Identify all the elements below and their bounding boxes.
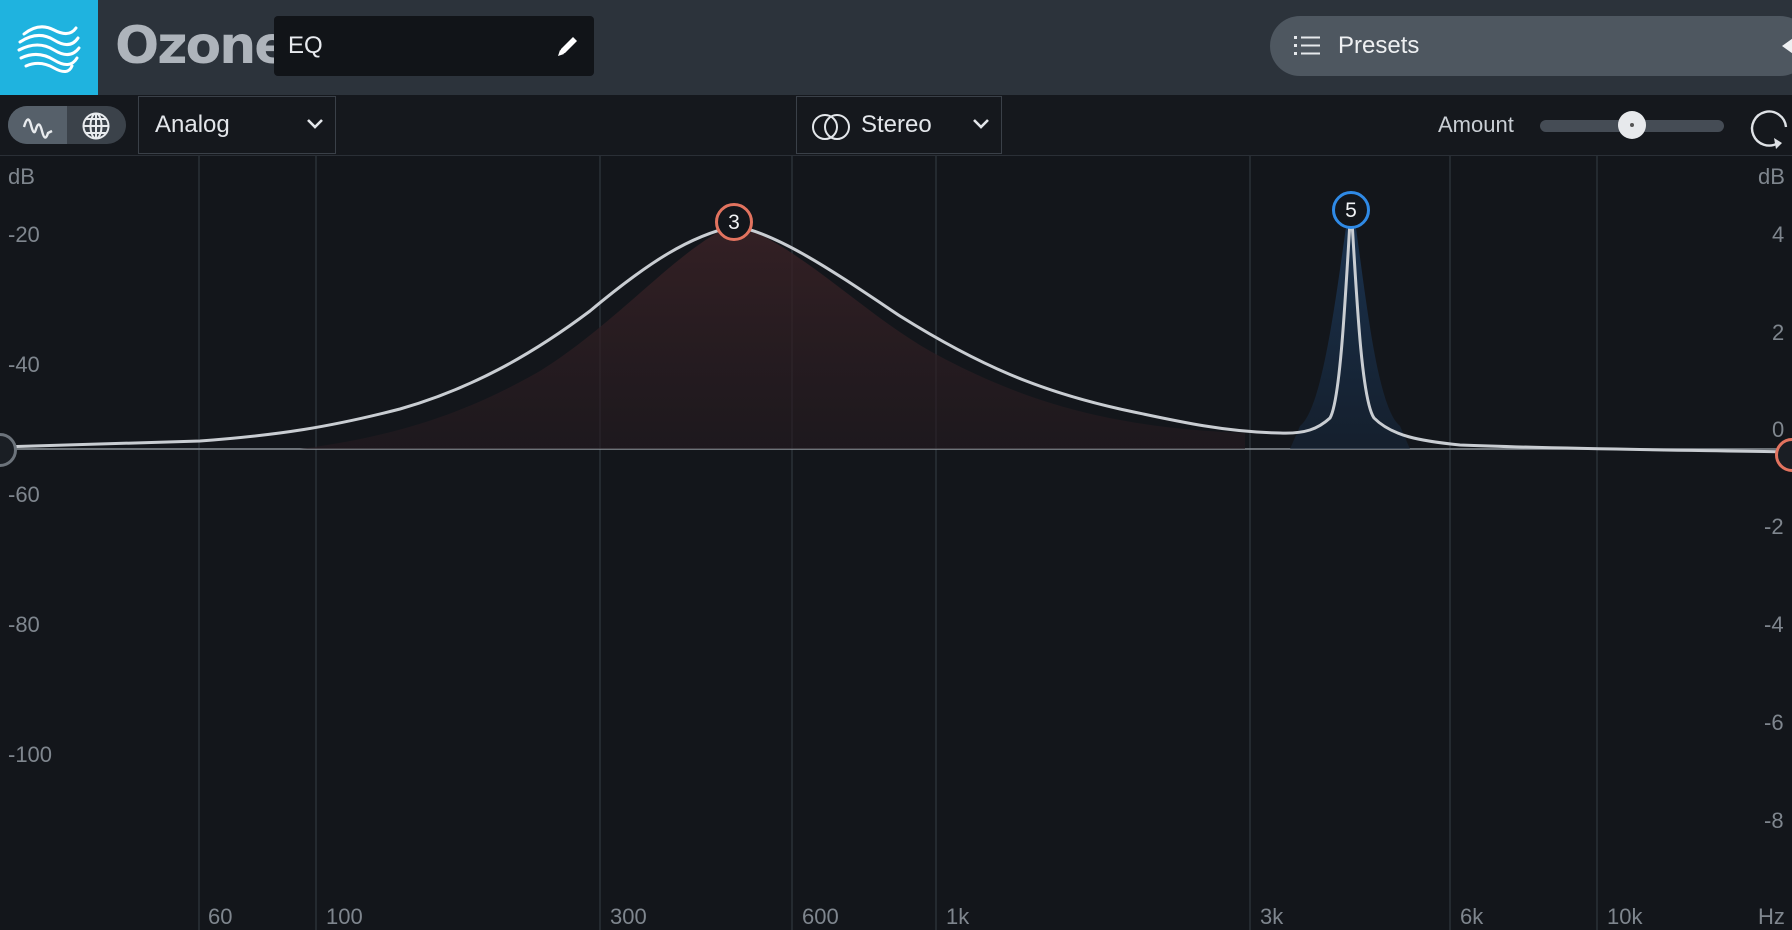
freq-tick: 6k [1460, 904, 1484, 929]
left-db-tick: -20 [8, 222, 40, 247]
eq-band-3-node[interactable]: 3 [715, 203, 753, 241]
ozone-logo[interactable] [0, 0, 98, 95]
ozone-logo-icon [17, 25, 81, 73]
right-db-tick: 0 [1772, 417, 1785, 442]
eq-graph[interactable]: dB -20 -40 -60 -80 -100 dB 4 2 0 -2 -4 -… [0, 156, 1792, 930]
global-view-button[interactable] [67, 106, 126, 144]
mode-dropdown[interactable]: Analog [138, 96, 336, 154]
amount-label: Amount [1438, 112, 1514, 137]
band-3-fill [300, 224, 1245, 449]
list-icon [1294, 36, 1320, 55]
chevron-down-icon [307, 119, 323, 129]
freq-tick: 10k [1607, 904, 1643, 929]
left-db-unit: dB [8, 164, 35, 189]
module-name-text: EQ [288, 32, 323, 59]
globe-icon [82, 112, 110, 140]
eq-plot [0, 156, 1792, 930]
freq-unit: Hz [1758, 904, 1785, 929]
eq-curve-icon [22, 118, 53, 139]
mode-dropdown-value: Analog [155, 111, 230, 138]
right-db-unit: dB [1758, 164, 1785, 189]
presets-label: Presets [1338, 32, 1420, 59]
curve-view-button[interactable] [8, 106, 67, 144]
freq-tick: 100 [326, 904, 363, 929]
header-bar: Ozone EQ Presets [0, 0, 1792, 95]
amount-slider-handle[interactable] [1618, 111, 1646, 139]
right-db-tick: 2 [1772, 320, 1785, 345]
app-title: Ozone [115, 16, 289, 76]
caret-left-icon[interactable] [1778, 36, 1792, 56]
freq-tick: 600 [802, 904, 839, 929]
right-db-tick: -8 [1764, 808, 1784, 833]
left-db-tick: -40 [8, 352, 40, 377]
view-toggle[interactable] [8, 106, 126, 144]
right-db-tick: -2 [1764, 514, 1784, 539]
freq-tick: 60 [208, 904, 233, 929]
eq-toolbar: Analog Stereo Amount [0, 95, 1792, 156]
frequency-grid [198, 156, 1598, 930]
reset-dial-icon[interactable] [1748, 105, 1792, 149]
freq-tick: 300 [610, 904, 647, 929]
module-name-field[interactable]: EQ [274, 16, 594, 76]
channel-dropdown[interactable]: Stereo [796, 96, 1002, 154]
freq-tick: 3k [1260, 904, 1284, 929]
pencil-icon[interactable] [554, 32, 582, 60]
right-db-tick: 4 [1772, 222, 1785, 247]
left-db-tick: -80 [8, 612, 40, 637]
channel-dropdown-value: Stereo [861, 111, 932, 138]
right-db-tick: -6 [1764, 710, 1784, 735]
left-db-tick: -100 [8, 742, 53, 767]
freq-tick: 1k [946, 904, 970, 929]
right-db-tick: -4 [1764, 612, 1784, 637]
stereo-icon [812, 114, 850, 140]
presets-button[interactable]: Presets [1270, 16, 1792, 76]
chevron-down-icon [973, 119, 989, 129]
eq-band-5-node[interactable]: 5 [1332, 191, 1370, 229]
left-db-tick: -60 [8, 482, 40, 507]
